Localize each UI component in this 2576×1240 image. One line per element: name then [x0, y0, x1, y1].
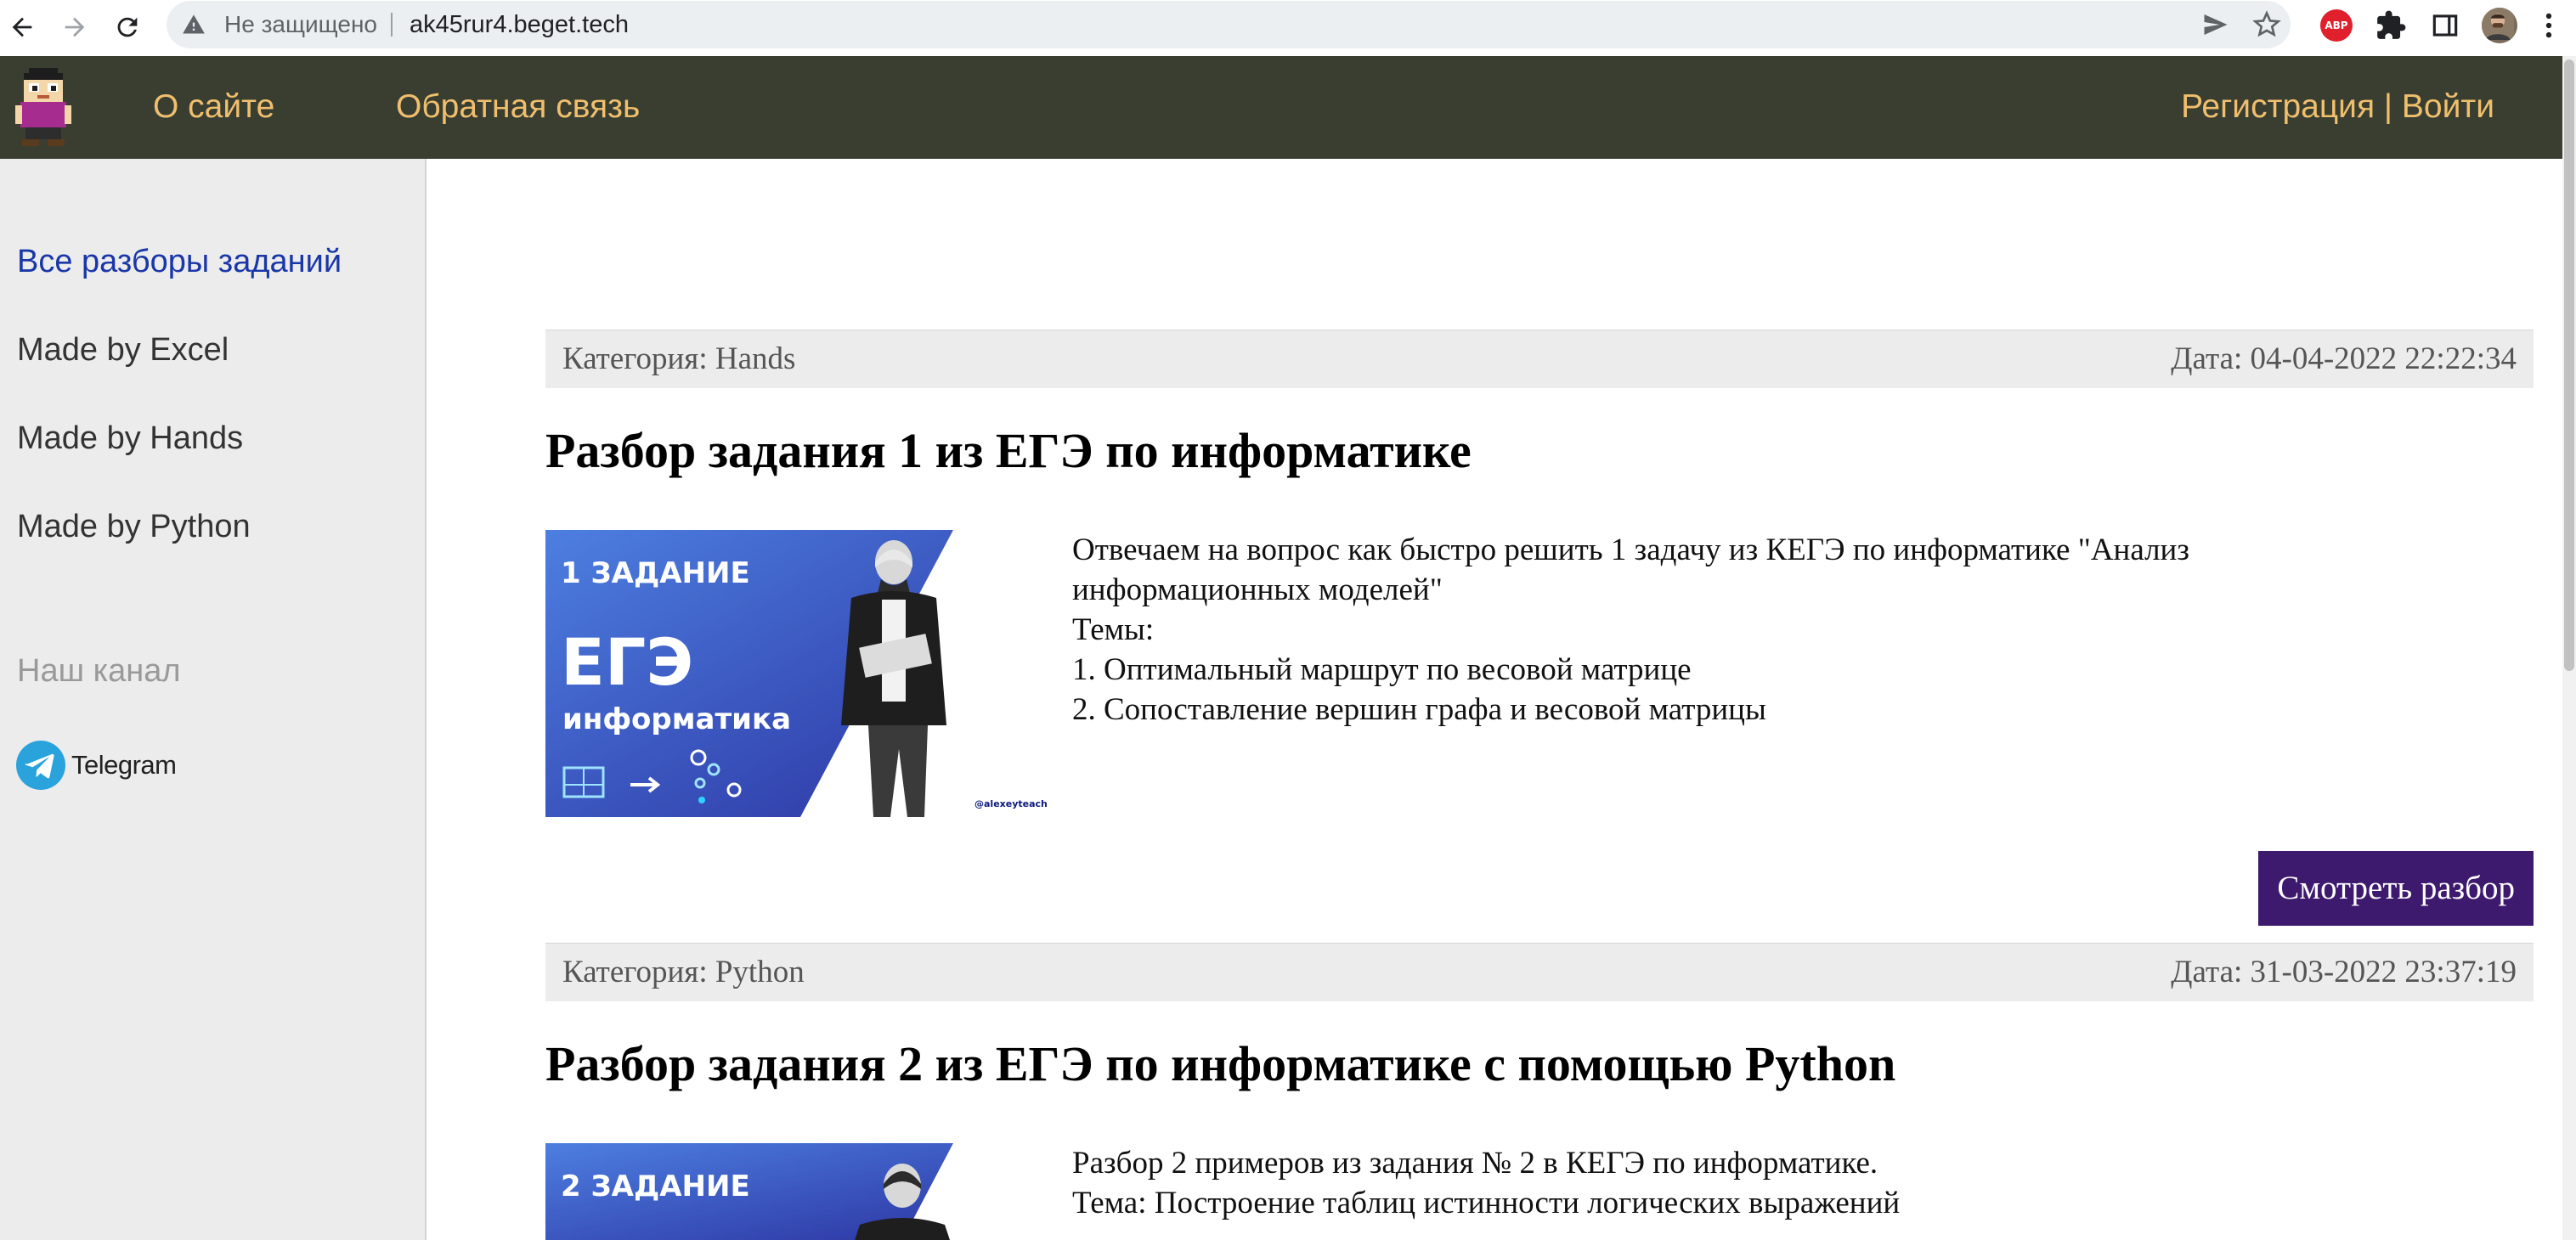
- address-separator: [391, 13, 393, 37]
- sidebar-item-all[interactable]: Все разборы заданий: [17, 242, 342, 281]
- description-line: Разбор 2 примеров из задания № 2 в КЕГЭ …: [1072, 1146, 1878, 1181]
- browser-menu-button[interactable]: [2530, 7, 2568, 44]
- site-logo[interactable]: [14, 65, 73, 149]
- channel-caption: Наш канал: [17, 653, 181, 689]
- avatar: [2482, 8, 2517, 43]
- post-card: Категория: Python Дата: 31-03-2022 23:37…: [545, 943, 2534, 1240]
- sidebar-item-hands[interactable]: Made by Hands: [17, 419, 243, 458]
- adblock-button[interactable]: ABP: [2318, 7, 2355, 44]
- security-status[interactable]: Не защищено: [224, 9, 377, 40]
- post-category[interactable]: Категория: Python: [562, 954, 805, 990]
- post-date: Дата: 04-04-2022 22:22:34: [2171, 341, 2517, 376]
- view-analysis-button[interactable]: Смотреть разбор: [2258, 851, 2534, 926]
- post-thumbnail[interactable]: 2 ЗАДАНИЕ: [545, 1143, 1047, 1240]
- profile-button[interactable]: [2481, 7, 2518, 44]
- description-line: Тема: Построение таблиц истинности логич…: [1072, 1186, 1901, 1220]
- post-title[interactable]: Разбор задания 1 из ЕГЭ по информатике: [545, 421, 1472, 481]
- bookmark-button[interactable]: [2251, 9, 2282, 40]
- more-vertical-icon: [2545, 13, 2552, 38]
- sidebar-item-python[interactable]: Made by Python: [17, 507, 251, 546]
- send-icon: [2204, 14, 2228, 35]
- url-text[interactable]: ak45rur4.beget.tech: [410, 9, 629, 40]
- forward-button[interactable]: [53, 5, 97, 49]
- pixel-character-icon: [15, 68, 71, 146]
- send-tab-button[interactable]: [2200, 9, 2231, 40]
- post-meta-bar: Категория: Hands Дата: 04-04-2022 22:22:…: [545, 330, 2534, 388]
- side-panel-icon: [2432, 14, 2458, 37]
- warning-icon: [183, 14, 205, 34]
- nav-feedback-link[interactable]: Обратная связь: [396, 87, 640, 127]
- adblock-plus-icon: ABP: [2320, 9, 2353, 42]
- post-thumbnail[interactable]: 1 ЗАДАНИЕ ЕГЭ информатика @alexeyteacher: [545, 530, 1047, 817]
- auth-links[interactable]: Регистрация | Войти: [2181, 87, 2494, 127]
- reload-button[interactable]: [105, 5, 150, 49]
- telegram-icon: [16, 741, 65, 790]
- post-card: Категория: Hands Дата: 04-04-2022 22:22:…: [545, 330, 2534, 941]
- address-bar[interactable]: Не защищено ak45rur4.beget.tech: [167, 1, 2291, 48]
- post-title[interactable]: Разбор задания 2 из ЕГЭ по информатике с…: [545, 1034, 1895, 1094]
- scrollbar-thumb[interactable]: [2564, 59, 2574, 671]
- post-description: Разбор 2 примеров из задания № 2 в КЕГЭ …: [1072, 1143, 2398, 1223]
- back-button[interactable]: [0, 5, 44, 49]
- arrow-left-icon: [12, 17, 32, 37]
- post-meta-bar: Категория: Python Дата: 31-03-2022 23:37…: [545, 943, 2534, 1001]
- description-line: Темы:: [1072, 612, 1155, 647]
- sidebar: Все разборы заданий Made by Excel Made b…: [0, 159, 427, 1240]
- browser-toolbar: Не защищено ak45rur4.beget.tech ABP: [0, 0, 2576, 57]
- post-description: Отвечаем на вопрос как быстро решить 1 з…: [1072, 530, 2398, 730]
- star-icon: [2252, 10, 2281, 37]
- description-line: 1. Оптимальный маршрут по весовой матриц…: [1072, 652, 1692, 687]
- telegram-label: Telegram: [71, 750, 177, 780]
- description-line: 2. Сопоставление вершин графа и весовой …: [1072, 692, 1766, 727]
- reload-icon: [117, 17, 138, 37]
- arrow-right-icon: [65, 17, 85, 37]
- thumb-task-label: 2 ЗАДАНИЕ: [561, 1170, 750, 1203]
- extensions-button[interactable]: [2372, 7, 2409, 44]
- thumb-exam-label: ЕГЭ: [561, 624, 693, 700]
- sidebar-item-excel[interactable]: Made by Excel: [17, 330, 229, 369]
- thumb-task-label: 1 ЗАДАНИЕ: [561, 556, 750, 590]
- site-header: О сайте Обратная связь Регистрация | Вой…: [0, 56, 2562, 159]
- telegram-link[interactable]: Telegram: [15, 740, 177, 791]
- nav-about-link[interactable]: О сайте: [153, 87, 274, 127]
- thumb-handle: @alexeyteacher: [974, 798, 1047, 809]
- thumb-subject-label: информатика: [562, 702, 791, 736]
- post-date: Дата: 31-03-2022 23:37:19: [2171, 955, 2517, 989]
- description-line: Отвечаем на вопрос как быстро решить 1 з…: [1072, 533, 2198, 607]
- side-panel-button[interactable]: [2426, 7, 2464, 44]
- puzzle-icon: [2377, 10, 2406, 39]
- post-category[interactable]: Категория: Hands: [562, 341, 795, 377]
